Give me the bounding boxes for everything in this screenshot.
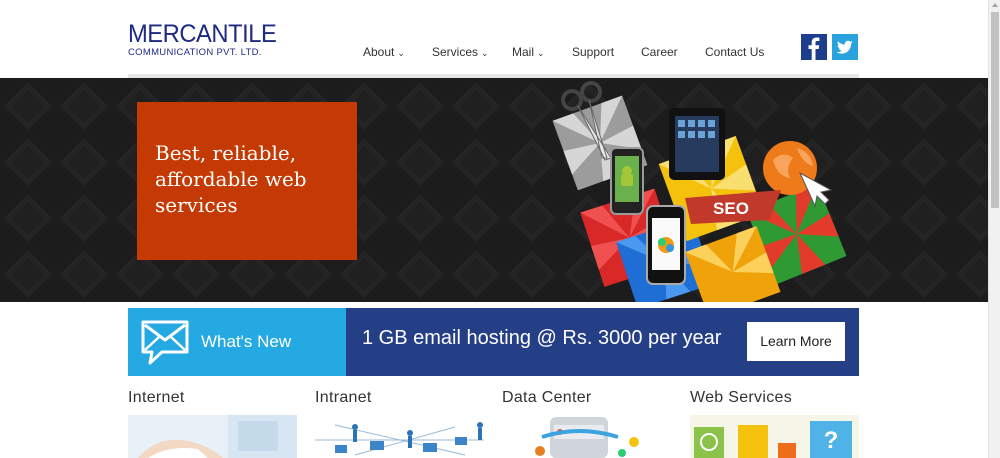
promo-banner: 1 GB email hosting @ Rs. 3000 per year L… [346,308,859,376]
site-header: MERCANTILE COMMUNICATION PVT. LTD. About… [0,0,988,78]
nav-item-contact-us[interactable]: Contact Us [705,45,764,59]
promo-text: 1 GB email hosting @ Rs. 3000 per year [362,327,722,349]
chevron-down-icon: ⌄ [397,48,405,58]
whats-new-label: What's New [201,332,292,351]
page: MERCANTILE COMMUNICATION PVT. LTD. About… [0,0,1000,458]
nav-item-mail[interactable]: Mail ⌄ [512,45,545,59]
question-icon: ? [824,427,839,454]
company-logo[interactable]: MERCANTILE COMMUNICATION PVT. LTD. [128,22,278,62]
nav-item-services[interactable]: Services ⌄ [432,45,489,59]
logo-subtitle: COMMUNICATION PVT. LTD. [128,47,262,58]
whats-new-panel[interactable]: What's New [128,308,346,376]
chevron-down-icon: ⌄ [481,48,489,58]
facebook-icon[interactable] [801,34,827,60]
nav-label: Services [432,45,479,59]
logo-wordmark: MERCANTILE [128,20,277,48]
nav-item-career[interactable]: Career [641,45,678,59]
service-title-data-center[interactable]: Data Center [502,389,592,407]
learn-more-button[interactable]: Learn More [747,322,845,361]
hero-illustration: SEO [552,81,847,302]
seo-badge-text: SEO [713,199,749,218]
nav-item-about[interactable]: About ⌄ [363,45,405,59]
nav-label: Career [641,45,678,59]
service-title-intranet[interactable]: Intranet [315,389,372,407]
page-scrollbar[interactable] [988,0,1000,458]
web-services-image[interactable]: ? [690,415,859,458]
nav-item-support[interactable]: Support [572,45,614,59]
hero-tagline-box: Best, reliable, affordable web services [137,102,357,260]
scrollbar-thumb[interactable] [991,12,999,208]
hero-banner: Best, reliable, affordable web services [0,78,988,302]
envelope-icon [141,320,189,365]
scroll-up-arrow-icon[interactable] [992,3,998,7]
chevron-down-icon: ⌄ [537,48,545,58]
nav-label: Mail [512,45,535,59]
nav-label: Support [572,45,615,59]
nav-label: Contact Us [705,45,765,59]
service-title-web-services[interactable]: Web Services [690,389,792,407]
intranet-image[interactable] [315,415,484,458]
internet-image[interactable] [128,415,297,458]
twitter-icon[interactable] [832,34,858,60]
service-title-internet[interactable]: Internet [128,389,185,407]
hero-tagline: Best, reliable, affordable web services [155,141,307,217]
nav-label: About [363,45,395,59]
data-center-image[interactable] [502,415,671,458]
